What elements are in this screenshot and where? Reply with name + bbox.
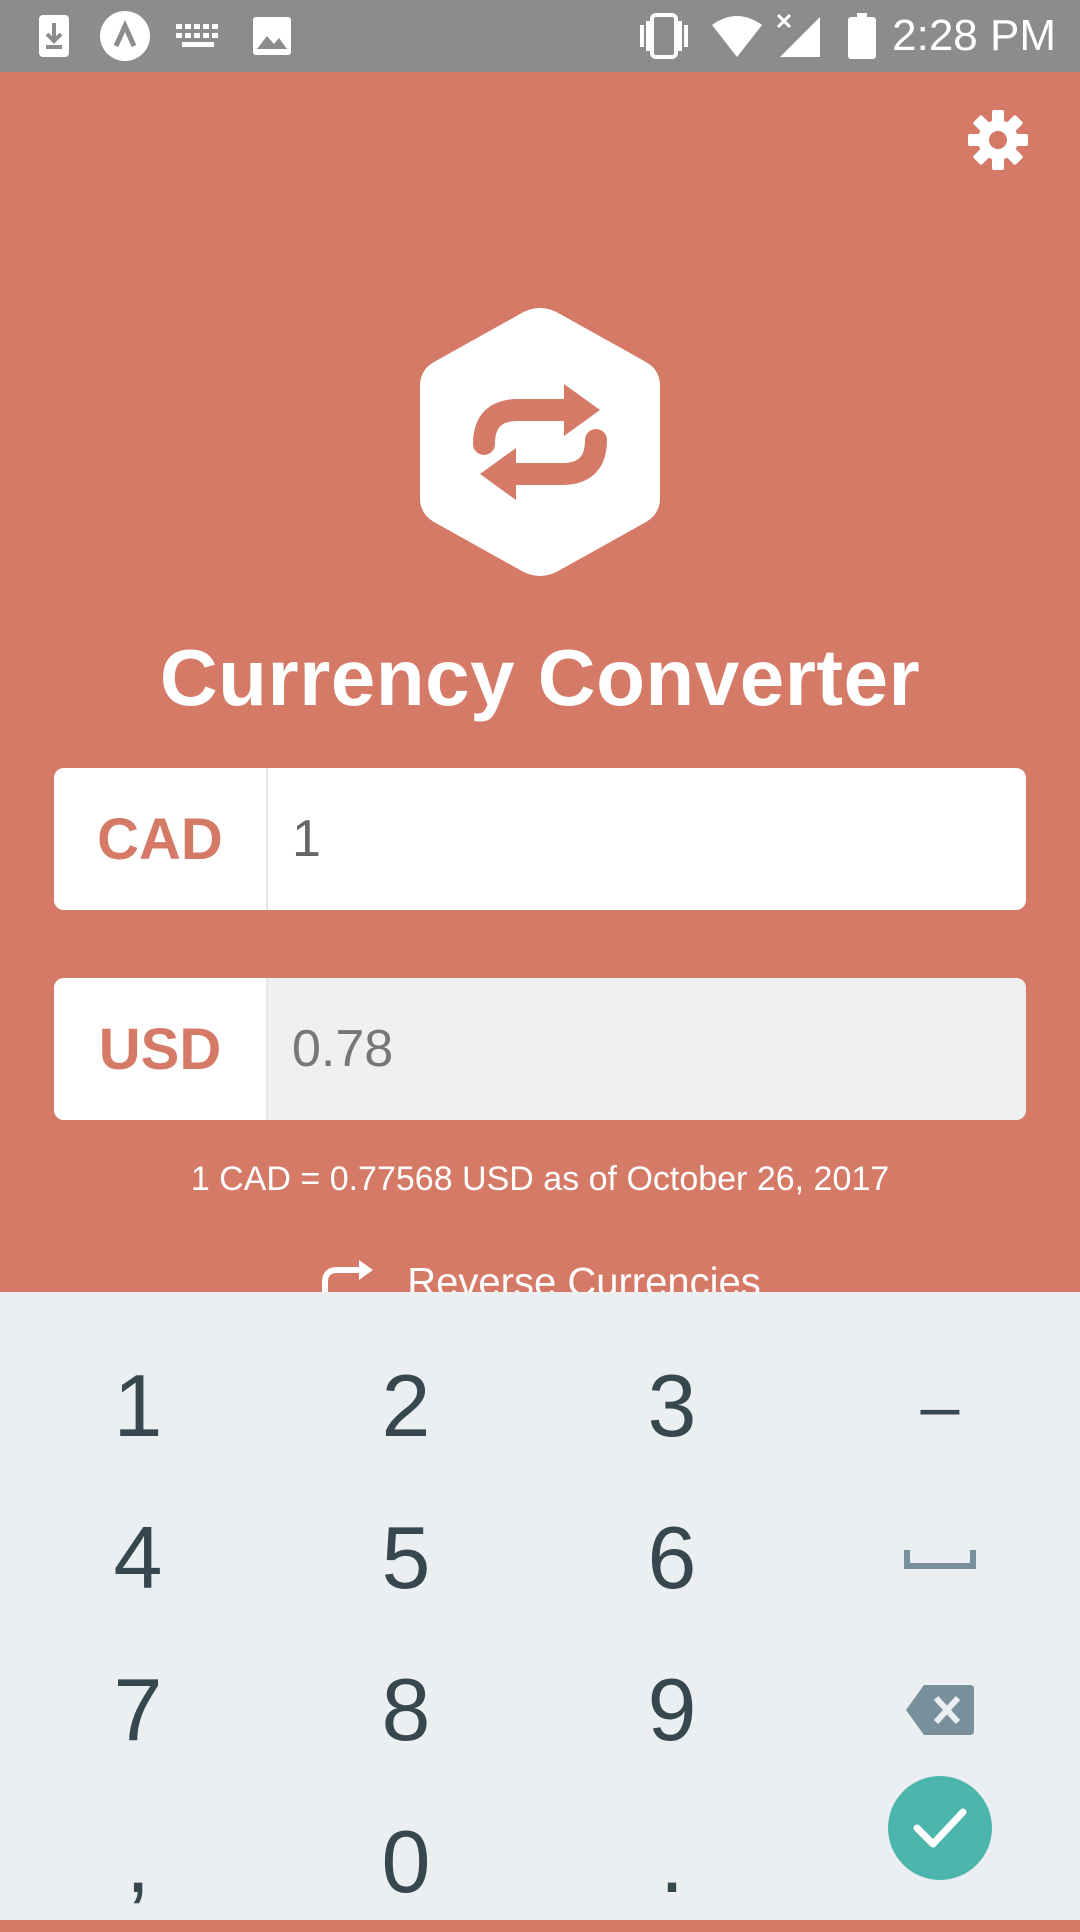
key-3[interactable]: 3 bbox=[572, 1336, 772, 1476]
key-1[interactable]: 1 bbox=[38, 1336, 238, 1476]
image-icon bbox=[250, 12, 294, 60]
wifi-icon bbox=[710, 12, 764, 60]
status-bar: 2:28 PM bbox=[0, 0, 1080, 72]
backspace-icon bbox=[906, 1685, 974, 1735]
exchange-rate-text: 1 CAD = 0.77568 USD as of October 26, 20… bbox=[190, 1160, 890, 1198]
reverse-icon bbox=[319, 1258, 379, 1292]
done-button[interactable] bbox=[888, 1776, 992, 1880]
key-6[interactable]: 6 bbox=[572, 1488, 772, 1628]
key-8[interactable]: 8 bbox=[306, 1640, 506, 1780]
app-title: Currency Converter bbox=[159, 633, 921, 722]
key-5[interactable]: 5 bbox=[306, 1488, 506, 1628]
app-notification-icon bbox=[98, 11, 152, 61]
download-icon bbox=[34, 12, 74, 60]
key-7[interactable]: 7 bbox=[38, 1640, 238, 1780]
key-space[interactable] bbox=[840, 1488, 1040, 1628]
keyboard-icon bbox=[174, 12, 222, 60]
quote-currency-row: USD 0.78 bbox=[54, 978, 1026, 1120]
space-icon bbox=[904, 1550, 976, 1569]
signal-icon bbox=[776, 12, 824, 60]
reverse-currencies-label: Reverse Currencies bbox=[407, 1260, 761, 1292]
app-screen: Currency Converter CAD 1 USD 0.78 1 CAD … bbox=[0, 72, 1080, 1292]
quote-currency-button[interactable]: USD bbox=[54, 978, 268, 1120]
app-logo-hexagon-icon bbox=[414, 304, 666, 580]
settings-gear-icon[interactable] bbox=[966, 108, 1030, 172]
checkmark-icon bbox=[913, 1808, 967, 1848]
key-0[interactable]: 0 bbox=[306, 1792, 506, 1932]
vibrate-icon bbox=[636, 12, 692, 60]
quote-amount-field: 0.78 bbox=[268, 978, 1026, 1120]
base-currency-row: CAD 1 bbox=[54, 768, 1026, 910]
key-backspace[interactable] bbox=[840, 1640, 1040, 1780]
numeric-keyboard: 1 2 3 – 4 5 6 7 8 9 , 0 . bbox=[0, 1292, 1080, 1920]
base-currency-button[interactable]: CAD bbox=[54, 768, 268, 910]
key-2[interactable]: 2 bbox=[306, 1336, 506, 1476]
key-minus[interactable]: – bbox=[840, 1336, 1040, 1476]
key-4[interactable]: 4 bbox=[38, 1488, 238, 1628]
base-amount-input[interactable]: 1 bbox=[268, 768, 1026, 910]
key-9[interactable]: 9 bbox=[572, 1640, 772, 1780]
key-period[interactable]: . bbox=[572, 1792, 772, 1932]
battery-icon bbox=[846, 12, 878, 60]
reverse-currencies-button[interactable]: Reverse Currencies bbox=[0, 1258, 1080, 1292]
status-time: 2:28 PM bbox=[892, 11, 1056, 60]
key-comma[interactable]: , bbox=[38, 1792, 238, 1932]
